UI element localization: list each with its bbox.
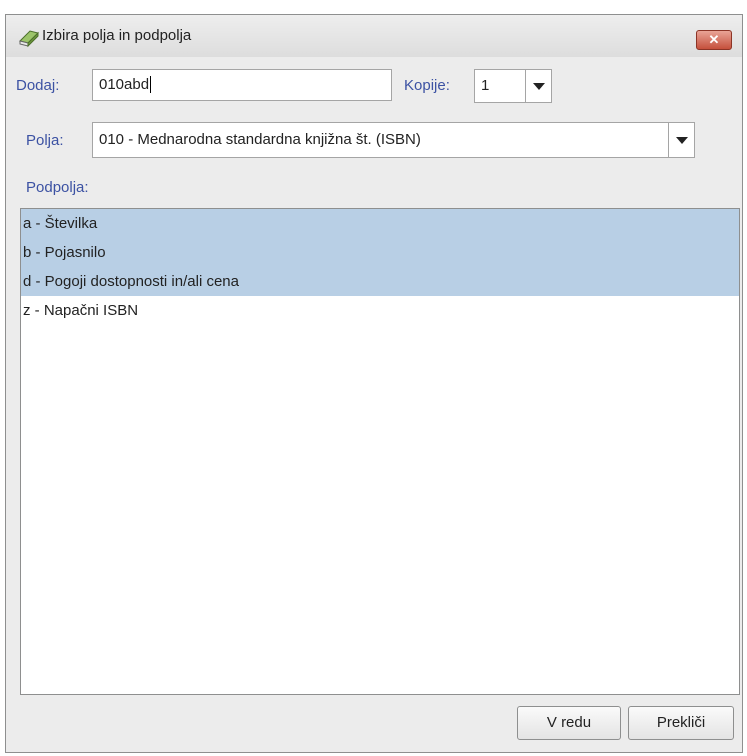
podpolja-label: Podpolja: xyxy=(26,179,89,196)
kopije-select[interactable]: 1 xyxy=(474,69,552,103)
polja-label: Polja: xyxy=(26,132,64,149)
title-bar[interactable]: Izbira polja in podpolja ✕ xyxy=(6,15,742,57)
kopije-dropdown-button[interactable] xyxy=(525,70,551,102)
kopije-label: Kopije: xyxy=(404,77,450,94)
dodaj-value: 010abd xyxy=(99,76,150,93)
podpolja-list[interactable]: a - Številka b - Pojasnilo d - Pogoji do… xyxy=(20,208,740,695)
list-item[interactable]: a - Številka xyxy=(21,209,739,238)
list-item[interactable]: z - Napačni ISBN xyxy=(21,296,739,325)
cancel-button[interactable]: Prekliči xyxy=(628,706,734,740)
dialog-title: Izbira polja in podpolja xyxy=(42,27,192,44)
dodaj-label: Dodaj: xyxy=(16,77,60,94)
chevron-down-icon xyxy=(676,137,688,144)
list-item[interactable]: b - Pojasnilo xyxy=(21,238,739,267)
kopije-value: 1 xyxy=(481,77,490,94)
polja-value: 010 - Mednarodna standardna knjižna št. … xyxy=(99,131,421,148)
close-button[interactable]: ✕ xyxy=(696,30,732,50)
ok-button[interactable]: V redu xyxy=(517,706,621,740)
book-icon xyxy=(19,30,39,48)
close-icon: ✕ xyxy=(708,32,720,47)
text-cursor xyxy=(150,76,152,93)
chevron-down-icon xyxy=(533,83,545,90)
polja-select[interactable]: 010 - Mednarodna standardna knjižna št. … xyxy=(92,122,695,158)
polja-dropdown-button[interactable] xyxy=(668,123,694,157)
dialog-window: Izbira polja in podpolja ✕ Dodaj: 010abd… xyxy=(5,14,743,753)
dodaj-input[interactable]: 010abd xyxy=(92,69,392,101)
list-item[interactable]: d - Pogoji dostopnosti in/ali cena xyxy=(21,267,739,296)
